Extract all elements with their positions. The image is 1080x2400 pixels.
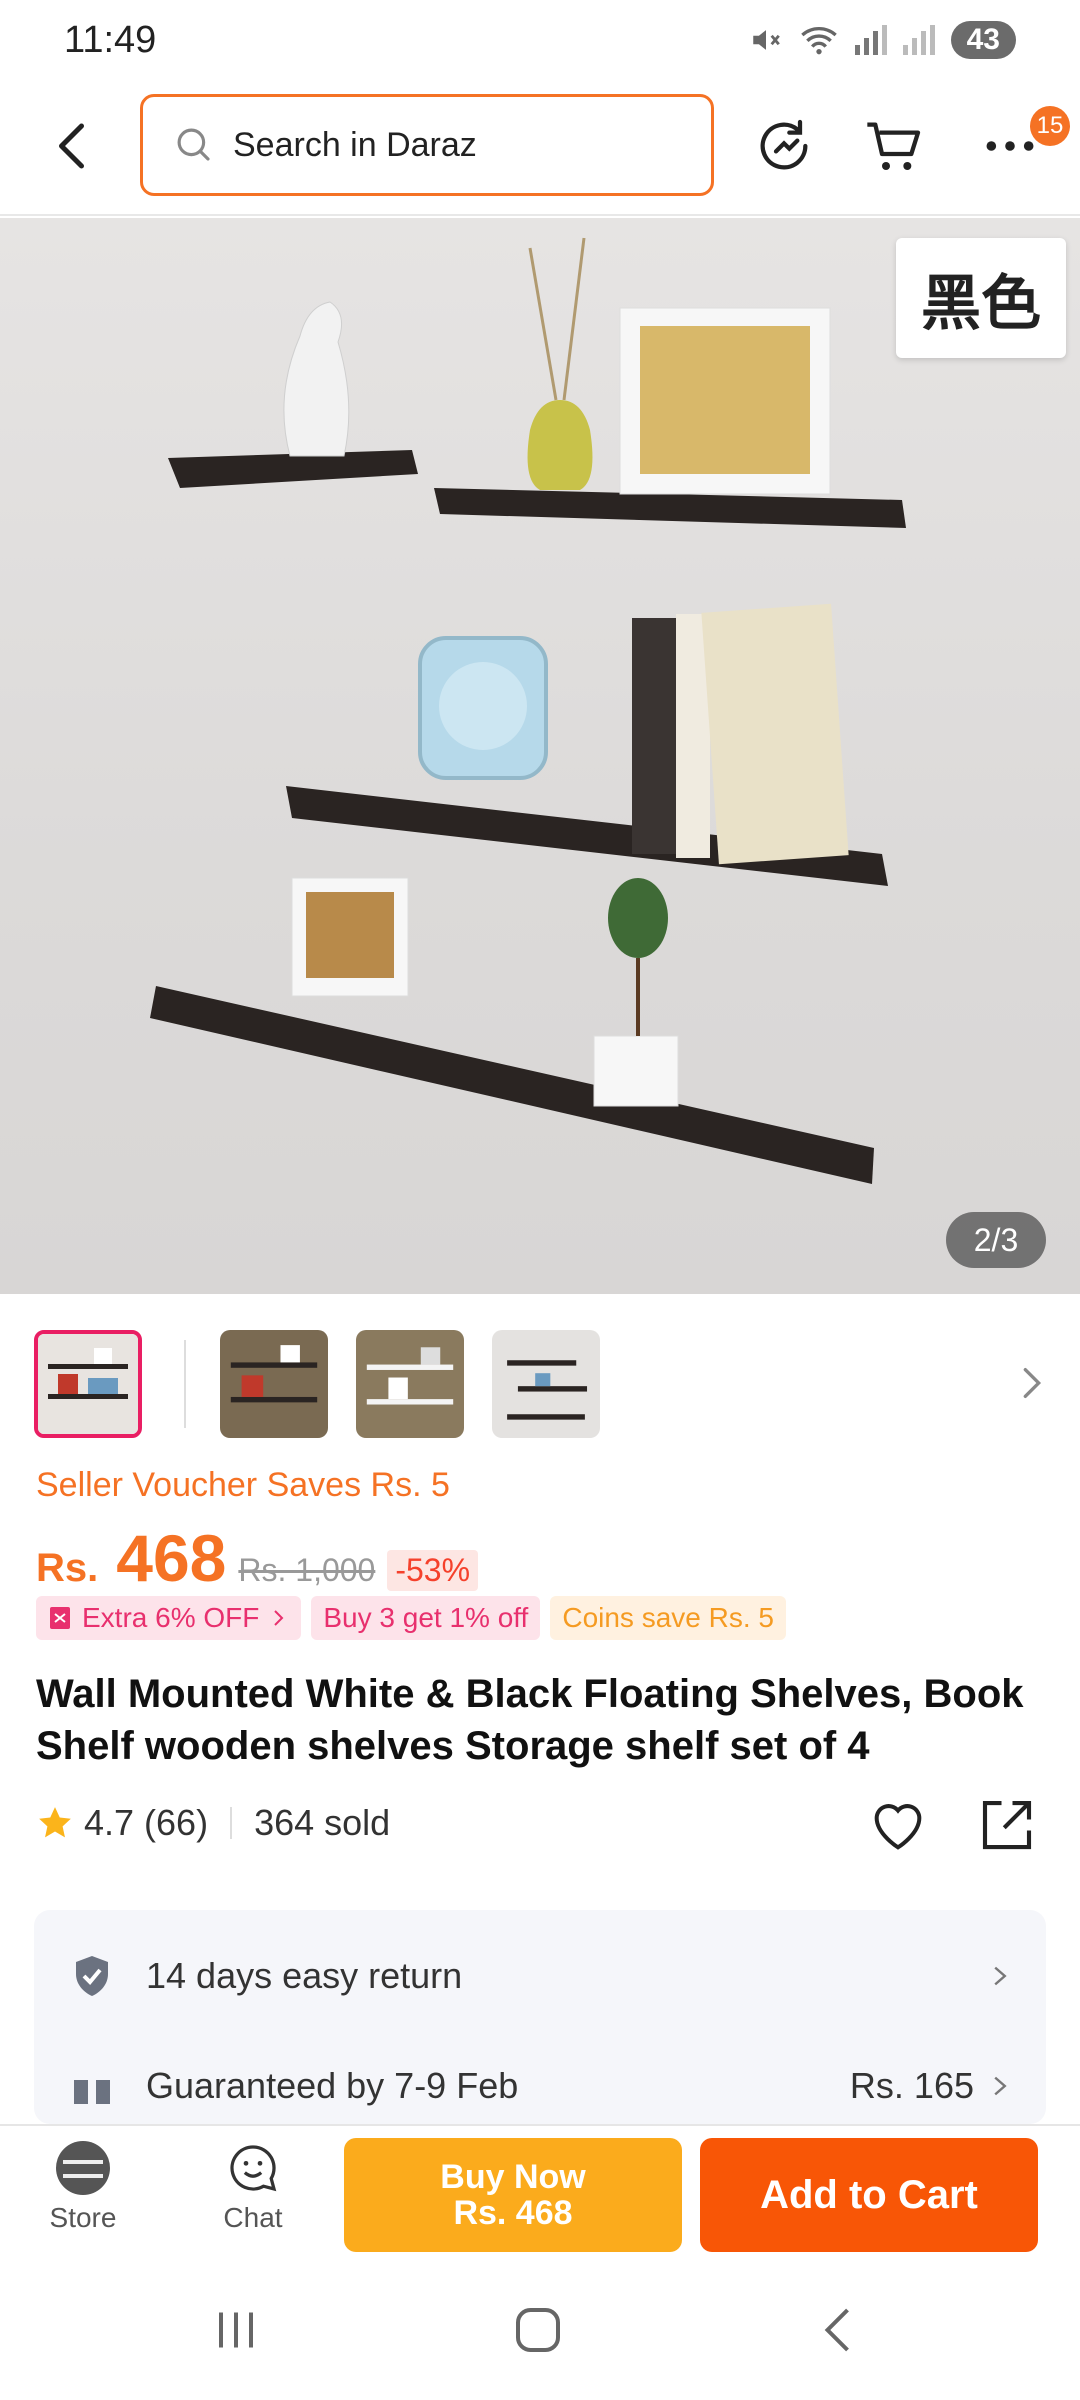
shelves-illustration <box>150 237 906 1184</box>
chevron-right-icon <box>994 1966 1007 1986</box>
promo-buy-3-label: Buy 3 get 1% off <box>323 1602 529 1633</box>
share-icon[interactable] <box>974 1792 1040 1858</box>
mute-icon <box>752 30 780 50</box>
chevron-right-icon <box>994 2076 1007 2096</box>
chevron-right-icon <box>274 1610 284 1626</box>
thumbnail-divider <box>184 1340 186 1428</box>
price-row: Rs. 468 Rs. 1,000 -53% <box>36 1520 479 1596</box>
search-input[interactable]: Search in Daraz <box>140 94 714 196</box>
product-image[interactable]: 黑色 2/3 <box>0 218 1080 1294</box>
services-card: 14 days easy return Guaranteed by 7-9 Fe… <box>34 1910 1046 2124</box>
promo-tags: Extra 6% OFF Buy 3 get 1% off Coins save… <box>36 1596 786 1640</box>
color-tag: 黑色 <box>896 238 1066 358</box>
rating-row[interactable]: 4.7 (66) 364 sold <box>36 1802 390 1844</box>
store-label: Store <box>49 2202 117 2233</box>
sold-count: 364 sold <box>254 1802 391 1843</box>
battery-indicator: 43 <box>950 21 1016 59</box>
delivery-box-icon <box>74 2070 110 2104</box>
more-badge: 15 <box>1030 106 1070 146</box>
service-return-label: 14 days easy return <box>146 1955 463 1996</box>
top-header: Search in Daraz 15 <box>0 88 1080 216</box>
cart-icon[interactable] <box>862 114 926 178</box>
rating-value: 4.7 <box>84 1802 135 1843</box>
wifi-icon <box>800 27 837 55</box>
status-time: 11:49 <box>64 18 157 61</box>
shield-check-icon <box>76 1956 108 1996</box>
star-icon <box>39 1807 71 1838</box>
signal-icon <box>854 25 887 55</box>
home-icon[interactable] <box>508 2300 568 2360</box>
thumbnail-3[interactable] <box>356 1330 464 1438</box>
status-bar: 11:49 43 <box>0 0 1080 80</box>
system-nav-bar <box>0 2256 1080 2400</box>
price-currency: Rs. <box>36 1546 99 1590</box>
discount-badge: -53% <box>387 1550 479 1591</box>
signal-2-icon <box>902 25 935 55</box>
back-arrow-icon[interactable] <box>44 116 104 176</box>
thumbnail-2[interactable] <box>220 1330 328 1438</box>
thumbnail-1[interactable] <box>34 1330 142 1438</box>
buy-now-label: Buy Now <box>440 2158 586 2196</box>
buy-now-button[interactable]: Buy Now Rs. 468 <box>344 2138 682 2252</box>
rating-divider <box>230 1807 233 1839</box>
store-avatar-icon <box>56 2141 110 2195</box>
service-delivery[interactable]: Guaranteed by 7-9 Feb Rs. 165 <box>34 2038 1046 2124</box>
search-placeholder: Search in Daraz <box>233 125 477 164</box>
search-icon <box>177 128 210 161</box>
promo-buy-3[interactable]: Buy 3 get 1% off <box>311 1596 541 1640</box>
service-delivery-label: Guaranteed by 7-9 Feb <box>146 2065 519 2106</box>
status-icons: 43 <box>749 21 1016 59</box>
promo-coins[interactable]: Coins save Rs. 5 <box>550 1596 786 1640</box>
promo-extra-off[interactable]: Extra 6% OFF <box>36 1596 302 1640</box>
product-title: Wall Mounted White & Black Floating Shel… <box>36 1672 1024 1768</box>
promo-coins-label: Coins save Rs. 5 <box>562 1602 774 1633</box>
refresh-icon[interactable] <box>752 114 816 178</box>
add-to-cart-button[interactable]: Add to Cart <box>700 2138 1038 2252</box>
price-original: Rs. 1,000 <box>238 1552 376 1588</box>
heart-icon[interactable] <box>866 1794 930 1858</box>
chat-label: Chat <box>223 2202 283 2233</box>
thumbnail-4[interactable] <box>492 1330 600 1438</box>
promo-extra-off-label: Extra 6% OFF <box>82 1602 260 1633</box>
image-counter: 2/3 <box>946 1212 1046 1268</box>
nav-back-icon[interactable] <box>810 2300 870 2360</box>
service-return[interactable]: 14 days easy return <box>34 1928 1046 2024</box>
recent-apps-icon[interactable] <box>206 2300 266 2360</box>
chevron-right-icon[interactable] <box>1012 1358 1052 1408</box>
coupon-icon <box>50 1607 70 1629</box>
seller-voucher[interactable]: Seller Voucher Saves Rs. 5 <box>36 1466 450 1505</box>
buy-now-price: Rs. 468 <box>453 2194 573 2232</box>
delivery-fee: Rs. 165 <box>849 2065 974 2106</box>
thumbnail-strip <box>0 1328 1080 1444</box>
store-button[interactable]: Store <box>28 2140 138 2234</box>
review-count: (66) <box>144 1802 209 1843</box>
bottom-action-bar: Store Chat Buy Now Rs. 468 Add to Cart <box>0 2124 1080 2256</box>
chat-button[interactable]: Chat <box>198 2140 308 2234</box>
chat-icon <box>230 2145 277 2192</box>
price-current: 468 <box>116 1521 227 1595</box>
